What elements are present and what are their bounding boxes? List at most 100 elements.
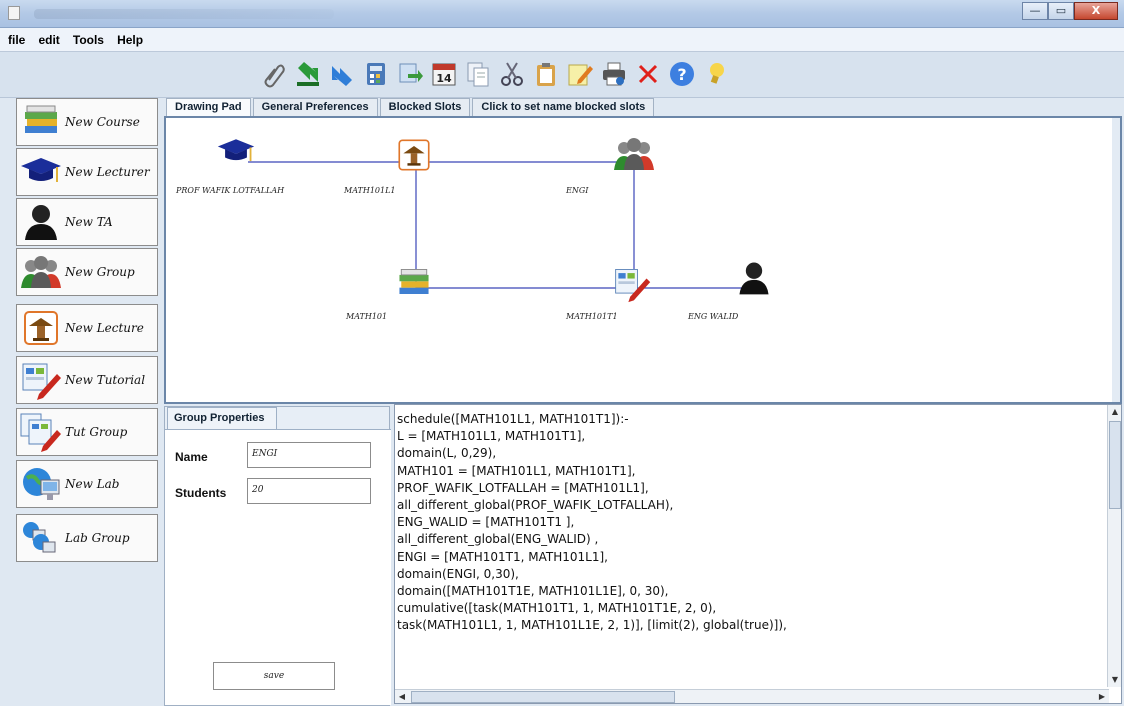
graduation-cap-icon	[17, 150, 65, 194]
new-lab-label: New Lab	[65, 477, 120, 491]
node-label: MATH101T1	[566, 312, 618, 321]
person-silhouette-icon	[734, 262, 774, 302]
left-panel: New Course New Lecturer New TA New Group…	[16, 98, 158, 568]
new-ta-button[interactable]: New TA	[16, 198, 158, 246]
code-line: task(MATH101L1, 1, MATH101L1E, 2, 1)], […	[397, 618, 787, 633]
paperclip-icon[interactable]	[260, 58, 288, 90]
menu-help[interactable]: Help	[113, 28, 147, 47]
code-line: ENGI = [MATH101T1, MATH101L1],	[397, 549, 608, 564]
new-lecture-button[interactable]: New Lecture	[16, 304, 158, 352]
code-line: ENG_WALID = [MATH101T1 ],	[397, 515, 575, 530]
node-label: ENGI	[566, 186, 589, 195]
app-icon	[8, 6, 20, 20]
code-line: schedule([MATH101L1, MATH101T1]):-	[397, 412, 629, 426]
drawing-pad-scrollbar[interactable]	[1112, 118, 1120, 402]
export-arrow-icon[interactable]	[328, 58, 356, 90]
scroll-down-icon[interactable]: ▼	[1109, 674, 1121, 686]
tab-general-preferences[interactable]: General Preferences	[252, 98, 378, 116]
node-lecturer[interactable]	[216, 132, 256, 172]
scroll-left-icon[interactable]: ◀	[396, 691, 408, 703]
window-controls: — ▭ X	[1022, 2, 1118, 20]
code-lines: schedule([MATH101L1, MATH101T1]):- L = […	[397, 411, 1105, 681]
menu-bar: file edit Tools Help	[0, 28, 1124, 52]
code-line: PROF_WAFIK_LOTFALLAH = [MATH101L1],	[397, 480, 649, 495]
code-line: domain([MATH101T1E, MATH101L1E], 0, 30),	[397, 583, 669, 598]
delete-icon[interactable]	[634, 58, 662, 90]
tutorial-icon	[17, 358, 65, 402]
copy-document-icon[interactable]	[464, 58, 492, 90]
node-ta[interactable]	[734, 258, 774, 298]
new-lecture-label: New Lecture	[65, 321, 144, 335]
scroll-up-icon[interactable]: ▲	[1109, 406, 1121, 418]
tab-blocked-slots[interactable]: Blocked Slots	[379, 98, 471, 116]
lightbulb-icon[interactable]	[702, 58, 730, 90]
new-tutorial-button[interactable]: New Tutorial	[16, 356, 158, 404]
svg-text:14: 14	[436, 72, 452, 85]
lab-group-icon	[17, 516, 65, 560]
node-tutorial[interactable]	[612, 264, 652, 304]
tab-group-properties[interactable]: Group Properties	[167, 407, 277, 429]
tab-set-name-blocked-slots[interactable]: Click to set name blocked slots	[472, 98, 655, 116]
title-bar: — ▭ X	[0, 0, 1124, 28]
new-group-button[interactable]: New Group	[16, 248, 158, 296]
name-label: Name	[175, 450, 208, 464]
menu-tools[interactable]: Tools	[69, 28, 108, 47]
code-vertical-scrollbar[interactable]: ▲ ▼	[1107, 405, 1121, 687]
tab-drawing-pad[interactable]: Drawing Pad	[166, 98, 251, 116]
menu-edit[interactable]: edit	[34, 28, 63, 47]
graduation-cap-icon	[216, 139, 256, 176]
node-course[interactable]	[394, 264, 434, 304]
students-field[interactable]: 20	[247, 478, 371, 504]
send-document-icon[interactable]	[396, 58, 424, 90]
tutorial-icon	[612, 269, 652, 308]
help-icon[interactable]: ?	[668, 58, 696, 90]
lectern-icon	[17, 306, 65, 350]
toolbar: 14 ?	[0, 52, 1124, 98]
minimize-button[interactable]: —	[1022, 2, 1048, 20]
node-lecture[interactable]	[396, 138, 432, 172]
books-icon	[17, 100, 65, 144]
lectern-icon	[396, 139, 432, 176]
import-arrow-icon[interactable]	[294, 58, 322, 90]
code-line: MATH101 = [MATH101L1, MATH101T1],	[397, 463, 636, 478]
print-icon[interactable]	[600, 58, 628, 90]
new-lab-button[interactable]: New Lab	[16, 460, 158, 508]
code-output[interactable]: schedule([MATH101L1, MATH101T1]):- L = […	[394, 404, 1122, 704]
books-icon	[394, 269, 434, 308]
new-ta-label: New TA	[65, 215, 113, 229]
students-label: Students	[175, 486, 227, 500]
node-label: ENG WALID	[688, 312, 739, 321]
code-line: domain(L, 0,29),	[397, 446, 497, 461]
new-group-label: New Group	[65, 265, 135, 279]
tutorial-group-icon	[17, 410, 65, 454]
scroll-thumb[interactable]	[411, 691, 675, 703]
window-title	[34, 9, 334, 19]
new-lecturer-button[interactable]: New Lecturer	[16, 148, 158, 196]
group-properties-panel: Group Properties Name ENGI Students 20 s…	[164, 406, 391, 706]
new-course-button[interactable]: New Course	[16, 98, 158, 146]
lab-group-button[interactable]: Lab Group	[16, 514, 158, 562]
clipboard-icon[interactable]	[532, 58, 560, 90]
calculator-icon[interactable]	[362, 58, 390, 90]
new-tutorial-label: New Tutorial	[65, 373, 146, 387]
code-horizontal-scrollbar[interactable]: ◀ ▶	[395, 689, 1109, 703]
scroll-thumb[interactable]	[1109, 421, 1121, 509]
maximize-button[interactable]: ▭	[1048, 2, 1074, 20]
drawing-pad[interactable]: PROF WAFIK LOTFALLAH MATH101L1 ENGI MATH…	[164, 116, 1122, 404]
code-line: all_different_global(PROF_WAFIK_LOTFALLA…	[397, 497, 674, 512]
node-label: MATH101L1	[344, 186, 396, 195]
edit-note-icon[interactable]	[566, 58, 594, 90]
node-group[interactable]	[610, 134, 658, 174]
node-label: PROF WAFIK LOTFALLAH	[176, 186, 285, 195]
scissors-icon[interactable]	[498, 58, 526, 90]
calendar-icon[interactable]: 14	[430, 58, 458, 90]
tut-group-button[interactable]: Tut Group	[16, 408, 158, 456]
scroll-right-icon[interactable]: ▶	[1096, 691, 1108, 703]
menu-file[interactable]: file	[0, 28, 29, 47]
tab-strip: Drawing Pad General Preferences Blocked …	[166, 98, 656, 116]
close-button[interactable]: X	[1074, 2, 1118, 20]
code-line: all_different_global(ENG_WALID) ,	[397, 532, 599, 547]
node-label: MATH101	[346, 312, 388, 321]
name-field[interactable]: ENGI	[247, 442, 371, 468]
save-button[interactable]: save	[213, 662, 335, 690]
